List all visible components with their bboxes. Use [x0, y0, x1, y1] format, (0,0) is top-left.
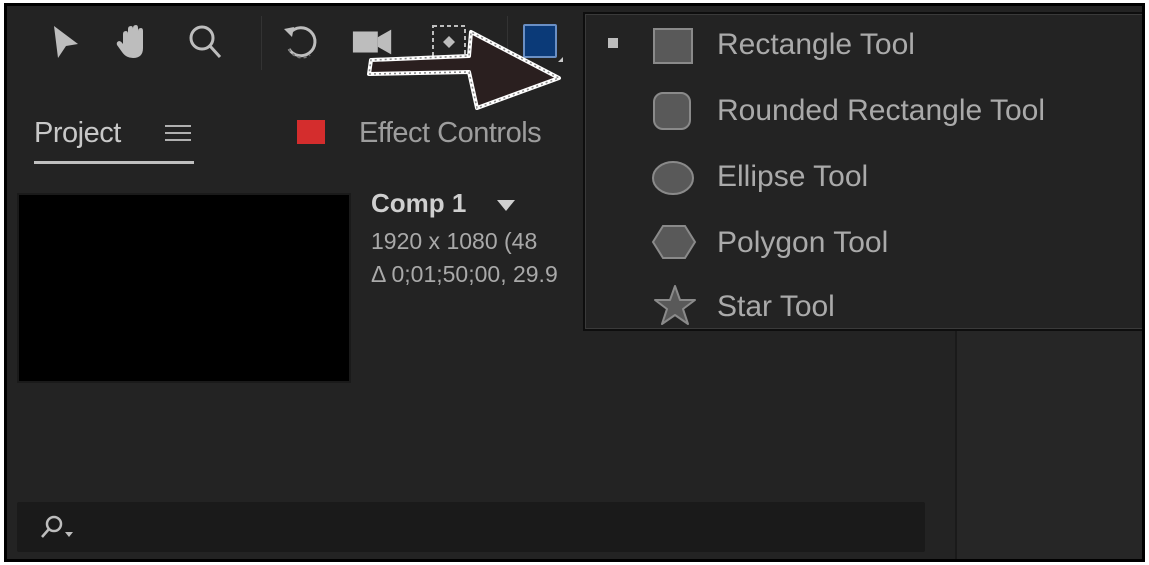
search-icon[interactable] — [39, 514, 79, 542]
pointer-arrow-annotation — [367, 30, 561, 110]
menu-item-rectangle-tool[interactable]: Rectangle Tool — [585, 14, 1142, 78]
effect-controls-color-swatch — [297, 120, 325, 144]
menu-item-label: Polygon Tool — [717, 226, 889, 259]
menu-item-star-tool[interactable]: Star Tool — [585, 270, 1142, 334]
menu-item-label: Star Tool — [717, 290, 835, 323]
magnifier-icon — [189, 25, 222, 59]
after-effects-window: Project Effect Controls Comp 1 1920 x 10… — [4, 3, 1145, 562]
star-icon — [654, 285, 696, 325]
toolbar-separator — [261, 16, 262, 70]
panel-menu-icon[interactable] — [165, 120, 191, 146]
arrow-pointer-icon — [54, 26, 78, 58]
tab-project[interactable]: Project — [34, 117, 121, 150]
rectangle-icon — [653, 28, 693, 64]
comp-thumbnail — [17, 193, 351, 383]
selected-indicator — [608, 38, 618, 48]
project-search-field[interactable] — [17, 502, 925, 552]
menu-item-label: Rectangle Tool — [717, 28, 915, 61]
selection-tool-button[interactable] — [43, 20, 87, 64]
comp-dimensions: 1920 x 1080 (48 — [371, 228, 538, 254]
chevron-down-icon[interactable] — [497, 200, 515, 211]
active-tab-underline — [34, 161, 194, 164]
menu-item-label: Rounded Rectangle Tool — [717, 94, 1046, 127]
comp-duration: Δ 0;01;50;00, 29.9 — [371, 261, 558, 287]
hand-tool-button[interactable] — [111, 20, 155, 64]
menu-item-label: Ellipse Tool — [717, 160, 869, 193]
rotate-icon — [284, 26, 317, 59]
menu-item-polygon-tool[interactable]: Polygon Tool — [585, 208, 1142, 272]
zoom-tool-button[interactable] — [183, 20, 227, 64]
comp-name[interactable]: Comp 1 — [371, 188, 466, 219]
rotation-tool-button[interactable] — [279, 20, 323, 64]
rounded-rectangle-icon — [653, 92, 691, 130]
menu-item-rounded-rectangle-tool[interactable]: Rounded Rectangle Tool — [585, 78, 1142, 142]
ellipse-icon — [652, 161, 694, 195]
menu-item-ellipse-tool[interactable]: Ellipse Tool — [585, 142, 1142, 206]
polygon-icon — [651, 225, 697, 259]
hand-icon — [116, 25, 143, 58]
shape-tool-menu: Rectangle Tool Rounded Rectangle Tool El… — [583, 12, 1142, 334]
